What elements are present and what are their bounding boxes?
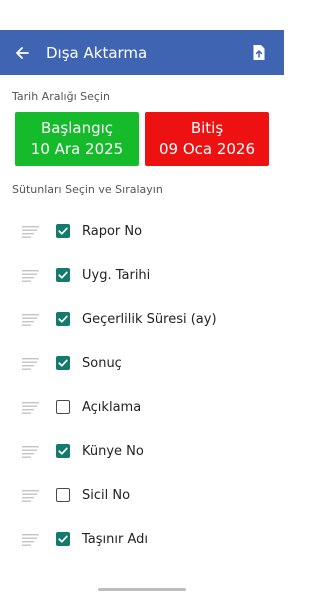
column-item: Sicil No	[0, 473, 284, 517]
column-checkbox[interactable]	[56, 400, 70, 414]
drag-handle-icon[interactable]	[22, 488, 40, 502]
column-checkbox[interactable]	[56, 356, 70, 370]
columns-label: Sütunları Seçin ve Sıralayın	[12, 183, 163, 196]
end-date-value: 09 Oca 2026	[158, 139, 256, 158]
column-label: Sonuç	[82, 355, 122, 371]
date-range-label: Tarih Aralığı Seçin	[12, 90, 110, 103]
column-item: Sonuç	[0, 341, 284, 385]
column-label: Rapor No	[82, 223, 143, 239]
column-label: Geçerlilik Süresi (ay)	[82, 311, 217, 327]
file-upload-icon	[253, 45, 265, 60]
check-icon	[58, 227, 68, 235]
drag-handle-icon[interactable]	[22, 224, 40, 238]
check-icon	[58, 359, 68, 367]
end-date-title: Bitiş	[190, 118, 224, 137]
end-date-button[interactable]: Bitiş 09 Oca 2026	[145, 112, 269, 166]
start-date-title: Başlangıç	[40, 118, 114, 137]
check-icon	[58, 447, 68, 455]
column-item: Taşınır Adı	[0, 517, 284, 561]
column-item: Rapor No	[0, 209, 284, 253]
start-date-value: 10 Ara 2025	[30, 139, 124, 158]
page-title: Dışa Aktarma	[46, 43, 148, 62]
column-checkbox[interactable]	[56, 488, 70, 502]
column-checkbox[interactable]	[56, 268, 70, 282]
check-icon	[58, 271, 68, 279]
check-icon	[58, 315, 68, 323]
drag-handle-icon[interactable]	[22, 444, 40, 458]
arrow-left-icon	[16, 46, 29, 59]
column-item: Uyg. Tarihi	[0, 253, 284, 297]
drag-handle-icon[interactable]	[22, 532, 40, 546]
column-checkbox[interactable]	[56, 444, 70, 458]
column-label: Açıklama	[82, 399, 142, 415]
drag-handle-icon[interactable]	[22, 356, 40, 370]
column-item: Açıklama	[0, 385, 284, 429]
drag-handle-icon[interactable]	[22, 312, 40, 326]
start-date-button[interactable]: Başlangıç 10 Ara 2025	[15, 112, 139, 166]
column-checkbox[interactable]	[56, 224, 70, 238]
drag-handle-icon[interactable]	[22, 268, 40, 282]
check-icon	[58, 535, 68, 543]
home-indicator	[98, 588, 186, 591]
export-button[interactable]	[242, 30, 276, 75]
column-label: Sicil No	[82, 487, 131, 503]
back-button[interactable]	[0, 30, 44, 75]
column-label: Künye No	[82, 443, 144, 459]
column-item: Geçerlilik Süresi (ay)	[0, 297, 284, 341]
drag-handle-icon[interactable]	[22, 400, 40, 414]
column-checkbox[interactable]	[56, 312, 70, 326]
column-item: Künye No	[0, 429, 284, 473]
app-bar: Dışa Aktarma	[0, 30, 284, 75]
status-bar	[0, 0, 284, 30]
column-label: Taşınır Adı	[82, 531, 148, 547]
column-label: Uyg. Tarihi	[82, 267, 151, 283]
date-range-row: Başlangıç 10 Ara 2025 Bitiş 09 Oca 2026	[0, 112, 284, 166]
column-list: Rapor No Uyg. Tarihi Geçerlilik Süresi (…	[0, 209, 284, 561]
column-checkbox[interactable]	[56, 532, 70, 546]
